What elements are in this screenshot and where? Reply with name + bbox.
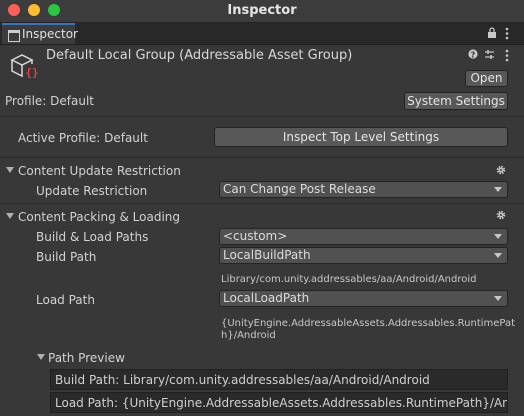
content-update-foldout-arrow-icon[interactable]: [6, 167, 14, 173]
build-path-preview-field[interactable]: Build Path: Library/com.unity.addressabl…: [50, 369, 508, 390]
divider: [0, 116, 524, 117]
load-path-label: Load Path: [36, 293, 95, 307]
load-path-preview-field[interactable]: Load Path: {UnityEngine.AddressableAsset…: [50, 392, 508, 413]
tab-inspector[interactable]: Inspector: [2, 23, 78, 44]
packing-section-title[interactable]: Content Packing & Loading: [18, 209, 180, 225]
asset-title: Default Local Group (Addressable Asset G…: [46, 48, 353, 63]
window-title: Inspector: [227, 3, 297, 18]
content-update-section-title[interactable]: Content Update Restriction: [18, 163, 181, 179]
chevron-down-icon: [494, 234, 502, 239]
addressable-group-icon: {}: [10, 54, 39, 79]
build-load-paths-value: <custom>: [223, 229, 288, 243]
profile-label: Profile: Default: [5, 94, 95, 108]
lock-icon[interactable]: [487, 27, 497, 39]
path-preview-title[interactable]: Path Preview: [48, 350, 125, 366]
build-path-label: Build Path: [36, 250, 97, 264]
packing-foldout-arrow-icon[interactable]: [6, 213, 14, 219]
chevron-down-icon: [494, 187, 502, 192]
load-path-value: LocalLoadPath: [223, 291, 310, 305]
load-path-resolved-line-2: h}/Android: [221, 330, 276, 341]
tab-bar: [0, 23, 524, 45]
more-options-icon[interactable]: [505, 27, 509, 40]
build-load-paths-dropdown[interactable]: <custom>: [219, 228, 508, 245]
path-preview-foldout-arrow-icon[interactable]: [37, 354, 45, 360]
gear-icon[interactable]: [496, 210, 506, 220]
presets-icon[interactable]: [484, 49, 495, 60]
divider: [0, 157, 524, 158]
update-restriction-dropdown[interactable]: Can Change Post Release: [219, 181, 508, 198]
update-restriction-label: Update Restriction: [36, 184, 148, 198]
build-path-value: LocalBuildPath: [223, 248, 311, 262]
update-restriction-value: Can Change Post Release: [223, 182, 376, 196]
build-load-paths-label: Build & Load Paths: [36, 230, 149, 244]
svg-text:{}: {}: [25, 66, 38, 79]
gear-icon[interactable]: [496, 165, 506, 175]
active-profile-label: Active Profile: Default: [18, 131, 148, 145]
divider: [0, 203, 524, 204]
open-button[interactable]: Open: [465, 70, 508, 87]
build-path-dropdown[interactable]: LocalBuildPath: [219, 247, 508, 264]
load-path-dropdown[interactable]: LocalLoadPath: [219, 290, 508, 307]
inspector-tab-icon: [8, 30, 20, 42]
svg-text:?: ?: [471, 51, 476, 60]
help-icon[interactable]: ?: [468, 49, 478, 59]
chevron-down-icon: [494, 253, 502, 258]
inspect-top-level-settings-button[interactable]: Inspect Top Level Settings: [214, 127, 508, 147]
tab-inspector-label: Inspector: [22, 27, 78, 41]
chevron-down-icon: [494, 296, 502, 301]
component-menu-icon[interactable]: [505, 49, 509, 62]
build-path-resolved: Library/com.unity.addressables/aa/Androi…: [221, 274, 477, 285]
system-settings-button[interactable]: System Settings: [404, 92, 508, 110]
